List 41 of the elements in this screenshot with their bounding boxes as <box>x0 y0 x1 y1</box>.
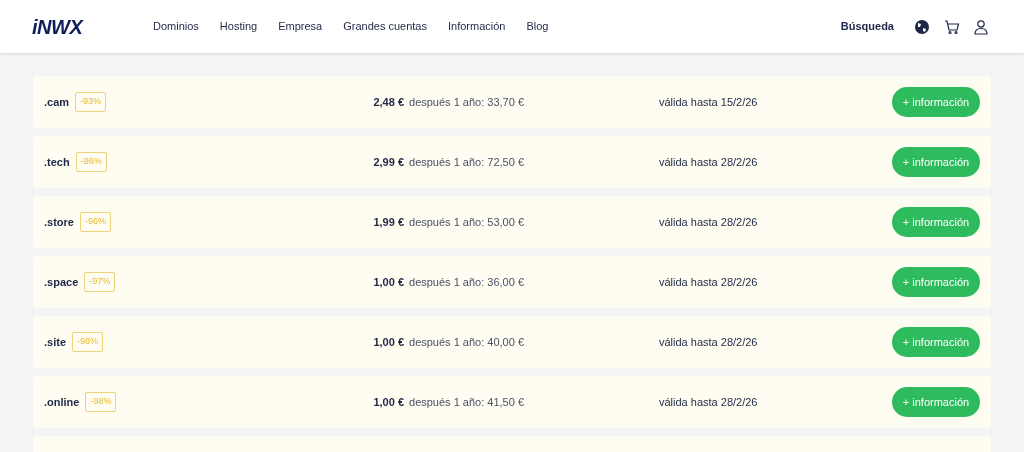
search-link[interactable]: Búsqueda <box>840 18 894 35</box>
discount-badge: -98% <box>72 332 104 352</box>
nav-link[interactable]: Grandes cuentas <box>343 18 427 35</box>
price: 1,99 € <box>373 214 404 230</box>
validity-date: válida hasta 28/2/26 <box>659 214 758 230</box>
renewal-price: después 1 año: 53,00 € <box>409 214 524 230</box>
renewal-price: después 1 año: 41,50 € <box>409 394 524 410</box>
validity-date: válida hasta 28/2/26 <box>659 274 758 290</box>
nav-link[interactable]: Información <box>447 18 506 35</box>
price: 1,00 € <box>373 394 404 410</box>
renewal-price: después 1 año: 40,00 € <box>409 334 524 350</box>
domain-name: .store <box>44 214 74 230</box>
renewal-price: después 1 año: 72,50 € <box>409 154 524 170</box>
discount-badge: -96% <box>79 212 111 232</box>
domain-name: .tech <box>44 154 70 170</box>
renewal-price: después 1 año: 33,70 € <box>409 94 524 110</box>
renewal-price: después 1 año: 36,00 € <box>409 274 524 290</box>
nav-link[interactable]: Hosting <box>219 18 258 35</box>
discount-badge: -98% <box>85 392 117 412</box>
user-icon[interactable] <box>974 18 988 35</box>
nav-link[interactable]: Dominios <box>153 18 199 35</box>
price: 2,99 € <box>373 154 404 170</box>
domain-name: .site <box>44 334 66 350</box>
domain-name: .cam <box>44 94 70 110</box>
domain-name: .online <box>44 394 80 410</box>
discount-badge: -93% <box>75 92 107 112</box>
discount-badge: -96% <box>75 152 107 172</box>
price: 2,48 € <box>373 94 404 110</box>
validity-date: válida hasta 15/2/26 <box>659 94 758 110</box>
logo[interactable]: iNWX <box>32 11 153 42</box>
cart-icon[interactable] <box>944 18 960 35</box>
globe-icon[interactable] <box>914 18 930 35</box>
validity-date: válida hasta 28/2/26 <box>659 394 758 410</box>
price: 1,00 € <box>373 334 404 350</box>
nav-link[interactable]: Empresa <box>278 18 323 35</box>
validity-date: válida hasta 28/2/26 <box>659 154 758 170</box>
domain-name: .space <box>44 274 79 290</box>
validity-date: válida hasta 28/2/26 <box>659 334 758 350</box>
discount-badge: -97% <box>84 272 116 292</box>
price: 1,00 € <box>373 274 404 290</box>
nav-link[interactable]: Blog <box>526 18 549 35</box>
